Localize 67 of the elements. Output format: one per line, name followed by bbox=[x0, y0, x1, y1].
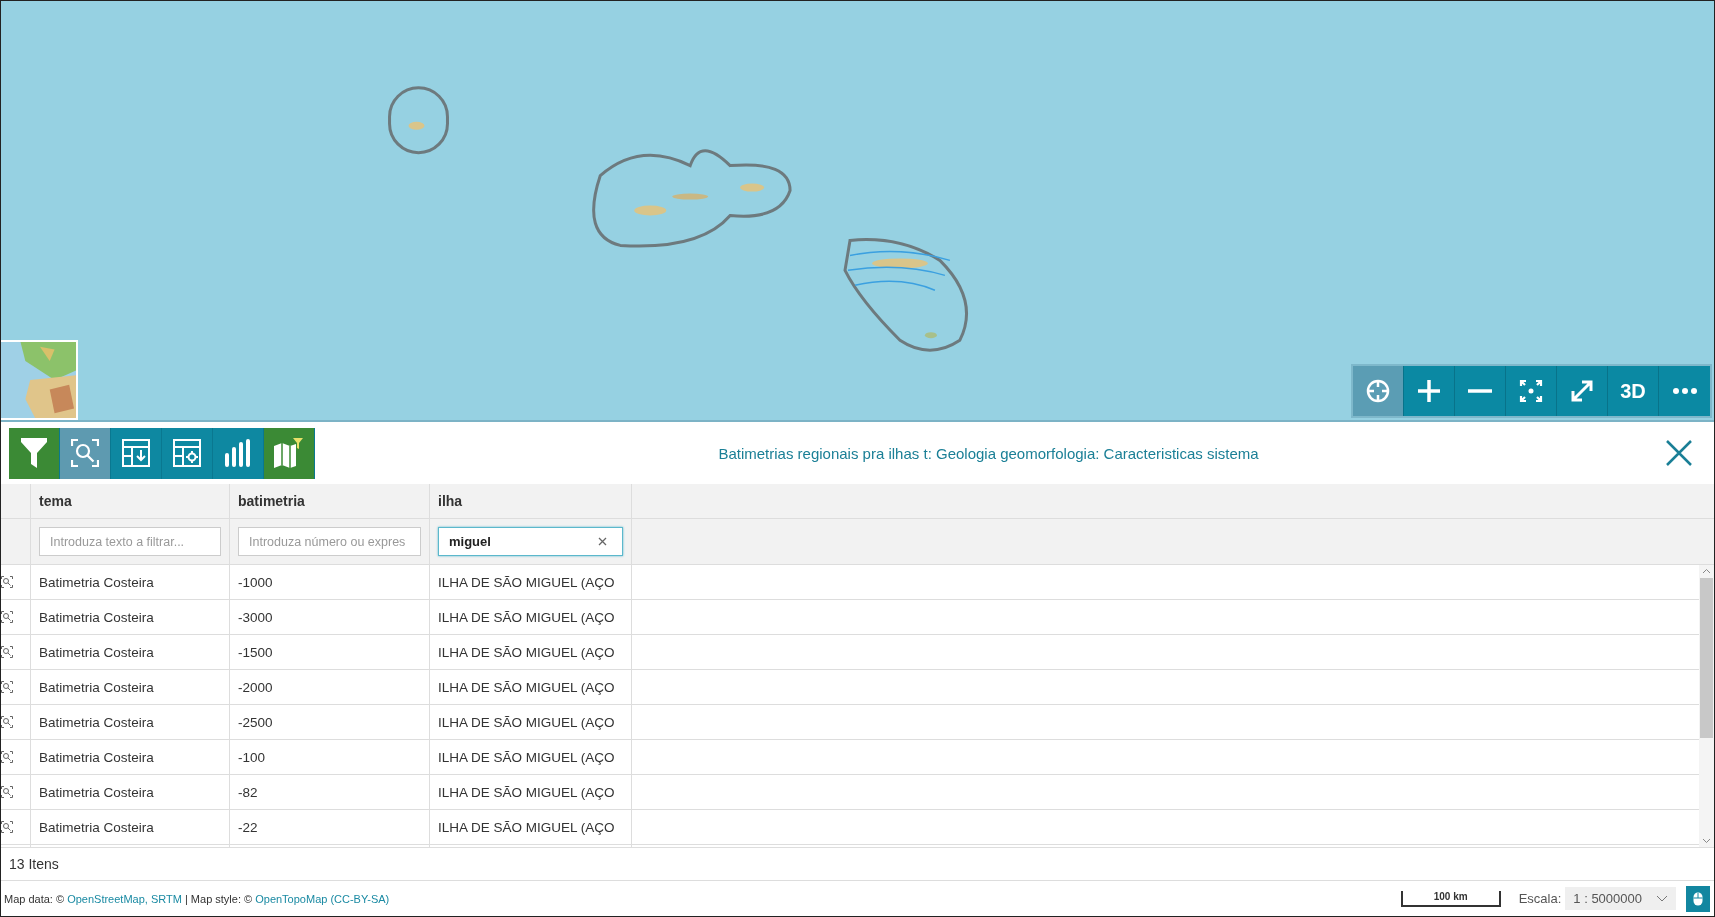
item-count: 13 Itens bbox=[1, 848, 1714, 881]
map-filter-icon bbox=[274, 438, 304, 468]
column-header[interactable]: batimetria bbox=[230, 484, 430, 518]
table-cell: Batimetria Costeira bbox=[31, 635, 230, 669]
table-cell: -2500 bbox=[230, 705, 430, 739]
scale-select[interactable]: 1 : 5000000 bbox=[1565, 887, 1676, 910]
table-cell: ILHA DE SÃO MIGUEL (AÇO bbox=[430, 810, 632, 844]
table-cell: -82 bbox=[230, 775, 430, 809]
table-cell: ILHA DE SÃO MIGUEL (AÇO bbox=[430, 635, 632, 669]
table-cell: -22 bbox=[230, 810, 430, 844]
table-cell: Batimetria Costeira bbox=[31, 740, 230, 774]
attribution-link[interactable]: OpenStreetMap, SRTM bbox=[67, 892, 182, 905]
zoom-to-icon[interactable] bbox=[1, 821, 13, 833]
map-filter-button[interactable] bbox=[264, 427, 315, 479]
zoom-to-icon[interactable] bbox=[1, 681, 13, 693]
column-header[interactable]: tema bbox=[31, 484, 230, 518]
filter-button[interactable] bbox=[9, 427, 60, 479]
zoom-to-icon[interactable] bbox=[1, 716, 13, 728]
table-cell: -1000 bbox=[230, 565, 430, 599]
scroll-down-icon[interactable] bbox=[1702, 838, 1711, 844]
funnel-icon bbox=[21, 438, 47, 468]
export-table-button[interactable] bbox=[111, 427, 162, 479]
table-cell: ILHA DE SÃO MIGUEL (AÇO bbox=[430, 565, 632, 599]
table-cell: ILHA DE SÃO MIGUEL (AÇO bbox=[430, 600, 632, 634]
table-download-icon bbox=[122, 439, 150, 467]
table-title: Batimetrias regionais pra ilhas t: Geologia geomorfologia: Caracteristicas sistema bbox=[717, 444, 1260, 462]
zoom-to-icon[interactable] bbox=[1, 646, 13, 658]
zoom-to-button[interactable] bbox=[60, 427, 111, 479]
attribution-text: Map data: © bbox=[4, 892, 66, 905]
zoom-to-icon[interactable] bbox=[1, 611, 13, 623]
table-cell: Batimetria Costeira bbox=[31, 670, 230, 704]
table-cell: ILHA DE SÃO MIGUEL (AÇO bbox=[430, 670, 632, 704]
scrollbar[interactable] bbox=[1699, 565, 1714, 847]
attribution-link[interactable]: (CC-BY-SA) bbox=[330, 892, 390, 905]
bar-chart-icon bbox=[225, 439, 251, 467]
table-cell: -1500 bbox=[230, 635, 430, 669]
attribution-text: | Map style: © bbox=[183, 892, 254, 905]
zoom-to-icon[interactable] bbox=[1, 786, 13, 798]
scroll-up-icon[interactable] bbox=[1702, 568, 1711, 574]
table-cell: Batimetria Costeira bbox=[31, 600, 230, 634]
zoom-to-icon bbox=[71, 439, 99, 467]
scale-label: Escala: bbox=[1518, 891, 1562, 906]
table-cell: Batimetria Costeira bbox=[31, 565, 230, 599]
table-cell: Batimetria Costeira bbox=[31, 810, 230, 844]
table-settings-button[interactable] bbox=[162, 427, 213, 479]
column-header[interactable]: ilha bbox=[430, 484, 632, 518]
mouse-icon bbox=[1693, 891, 1703, 906]
table-cell: Batimetria Costeira bbox=[31, 775, 230, 809]
filter-field[interactable]: Introduza número ou expres bbox=[238, 527, 421, 556]
table-cell: ILHA DE SÃO MIGUEL (AÇO bbox=[430, 775, 632, 809]
mouse-button[interactable] bbox=[1686, 885, 1710, 912]
table-cell: ILHA DE SÃO MIGUEL (AÇO bbox=[430, 705, 632, 739]
table-cell: -2000 bbox=[230, 670, 430, 704]
chevron-down-icon bbox=[1656, 895, 1668, 902]
chart-button[interactable] bbox=[213, 427, 264, 479]
clear-icon[interactable] bbox=[598, 537, 607, 546]
zoom-to-icon[interactable] bbox=[1, 751, 13, 763]
table-gear-icon bbox=[173, 439, 201, 467]
attribution-link[interactable]: OpenTopoMap bbox=[255, 892, 328, 905]
zoom-to-icon[interactable] bbox=[1, 576, 13, 588]
table-cell: -100 bbox=[230, 740, 430, 774]
table-cell: Batimetria Costeira bbox=[31, 705, 230, 739]
scale-bar: 100 km bbox=[1400, 890, 1501, 907]
filter-field[interactable]: Introduza texto a filtrar... bbox=[39, 527, 221, 556]
filter-field[interactable]: miguel bbox=[438, 527, 623, 556]
table-cell: ILHA DE SÃO MIGUEL (AÇO bbox=[430, 740, 632, 774]
table-cell: -3000 bbox=[230, 600, 430, 634]
